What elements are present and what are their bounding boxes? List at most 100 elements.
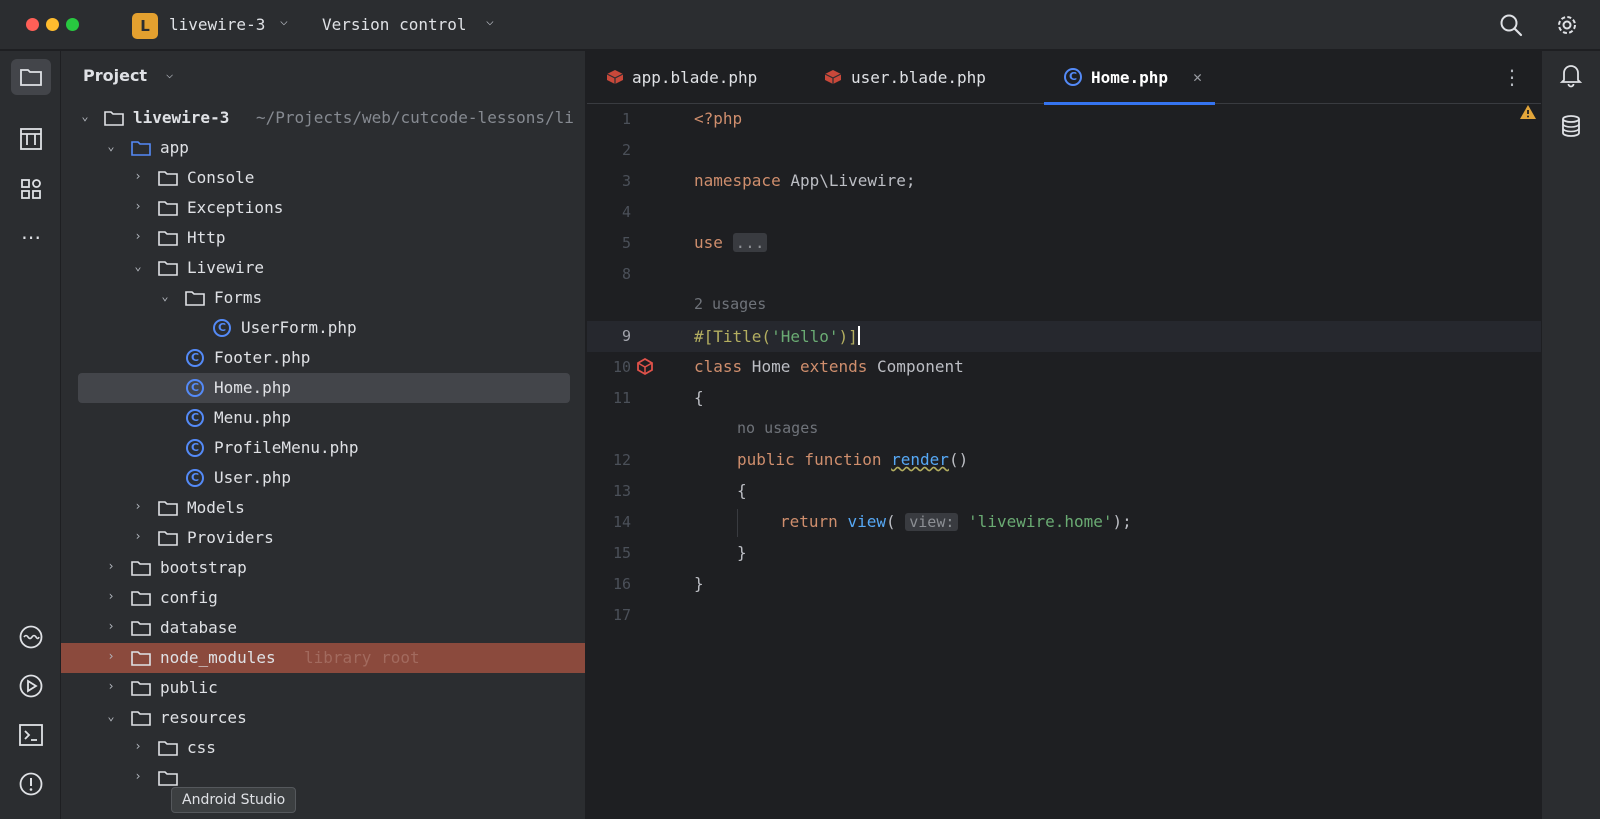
tree-item-models[interactable]: › Models [61,493,585,523]
text-caret [857,326,860,345]
chevron-right-icon[interactable]: › [131,229,145,243]
project-switcher[interactable]: livewire-3 [169,15,265,34]
tree-item-label: Livewire [187,258,265,277]
tree-item-home-php[interactable]: C Home.php [78,373,570,403]
code-text: { [737,481,747,500]
tree-item-exceptions[interactable]: › Exceptions [61,193,585,223]
chevron-right-icon[interactable]: › [104,649,118,663]
chevron-right-icon[interactable]: › [131,769,145,783]
chevron-right-icon[interactable]: › [104,589,118,603]
code-line: 17 [587,600,1541,631]
folder-icon [20,69,42,86]
tree-item-public[interactable]: › public [61,673,585,703]
gear-icon[interactable] [1554,12,1580,38]
close-icon[interactable]: ✕ [1193,68,1202,86]
tree-item-label: UserForm.php [241,318,357,337]
chevron-down-icon[interactable]: ⌄ [131,259,145,273]
play-circle-icon [19,674,43,698]
chevron-down-icon[interactable]: ⌄ [158,289,172,303]
more-vertical-icon[interactable]: ⋮ [1502,65,1522,89]
code-line: 14 return view( view: 'livewire.home'); [587,507,1541,538]
chevron-right-icon[interactable]: › [131,199,145,213]
code-vision-line: 2 usages [587,290,1541,321]
code-text: } [737,543,747,562]
line-number: 15 [612,544,631,562]
project-badge[interactable]: L [132,13,158,39]
line-number: 13 [612,482,631,500]
folder-icon [158,171,178,186]
structure-tool-button[interactable] [11,121,51,157]
more-tools-button[interactable]: ⋯ [11,219,51,255]
window-close-button[interactable] [26,18,39,31]
window-maximize-button[interactable] [66,18,79,31]
tree-item-config[interactable]: › config [61,583,585,613]
tree-item-providers[interactable]: › Providers [61,523,585,553]
usages-hint[interactable]: 2 usages [694,295,766,313]
line-number: 14 [612,513,631,531]
tree-item-userform-php[interactable]: C UserForm.php [61,313,585,343]
folder-icon [158,741,178,756]
tree-item-app[interactable]: ⌄ app [61,133,585,163]
chevron-right-icon[interactable]: › [104,679,118,693]
tree-item-forms[interactable]: ⌄ Forms [61,283,585,313]
tree-item-footer-php[interactable]: C Footer.php [61,343,585,373]
tree-item-root[interactable]: ⌄ livewire-3 ~/Projects/web/cutcode-less… [61,103,585,133]
tree-item-profilemenu-php[interactable]: C ProfileMenu.php [61,433,585,463]
folder-icon [158,201,178,216]
tree-item-label: config [160,588,218,607]
code-text: } [694,574,704,593]
tree-item-node-modules[interactable]: › node_modules library root [61,643,585,673]
chevron-right-icon[interactable]: › [131,529,145,543]
tree-item-css[interactable]: › css [61,733,585,763]
usages-hint[interactable]: no usages [737,419,818,437]
tree-item-http[interactable]: › Http [61,223,585,253]
version-control-menu[interactable]: Version control [322,15,467,34]
database-icon[interactable] [1558,113,1584,139]
code-text: use ... [694,233,768,252]
tree-item-resources[interactable]: ⌄ resources [61,703,585,733]
tree-item-menu-php[interactable]: C Menu.php [61,403,585,433]
code-text: return view( view: 'livewire.home'); [780,512,1132,531]
laravel-gutter-icon[interactable] [635,357,657,377]
tree-item-livewire[interactable]: ⌄ Livewire [61,253,585,283]
project-tool-button[interactable] [11,59,51,95]
laravel-icon [824,70,842,84]
search-icon[interactable] [1498,12,1524,38]
tab-home-php[interactable]: C Home.php ✕ [1044,51,1215,105]
code-line: 1 <?php [587,104,1541,135]
chevron-down-icon[interactable]: ⌄ [104,709,118,723]
window-minimize-button[interactable] [46,18,59,31]
terminal-tool-button[interactable] [11,717,51,753]
chevron-down-icon[interactable]: ⌵ [486,14,494,29]
tree-item-partial[interactable]: › [61,763,585,793]
chevron-right-icon[interactable]: › [104,619,118,633]
code-line: 2 [587,135,1541,166]
php-class-icon: C [186,349,204,367]
chevron-right-icon[interactable]: › [131,169,145,183]
tab-app-blade[interactable]: app.blade.php [605,51,785,104]
problems-tool-button[interactable] [11,766,51,802]
chevron-right-icon[interactable]: › [131,499,145,513]
chevron-down-icon[interactable]: ⌄ [78,109,92,123]
project-panel-title[interactable]: Project [83,66,147,85]
folder-icon [158,501,178,516]
chevron-down-icon[interactable]: ⌄ [104,139,118,153]
plugins-tool-button[interactable] [11,171,51,207]
folder-icon [158,531,178,546]
tab-user-blade[interactable]: user.blade.php [823,51,1013,104]
chevron-down-icon[interactable]: ⌵ [280,14,288,29]
tree-item-label: ProfileMenu.php [214,438,359,457]
tree-item-database[interactable]: › database [61,613,585,643]
tree-item-label: Providers [187,528,274,547]
chevron-right-icon[interactable]: › [131,739,145,753]
code-line: 15 } [587,538,1541,569]
tree-item-console[interactable]: › Console [61,163,585,193]
chevron-right-icon[interactable]: › [104,559,118,573]
chevron-down-icon[interactable]: ⌵ [166,67,173,81]
tree-item-bootstrap[interactable]: › bootstrap [61,553,585,583]
code-editor[interactable]: app.blade.php user.blade.php C Home.php … [587,51,1541,819]
bell-icon[interactable] [1558,62,1584,88]
run-tool-button[interactable] [11,668,51,704]
services-tool-button[interactable] [11,619,51,655]
tree-item-user-php[interactable]: C User.php [61,463,585,493]
